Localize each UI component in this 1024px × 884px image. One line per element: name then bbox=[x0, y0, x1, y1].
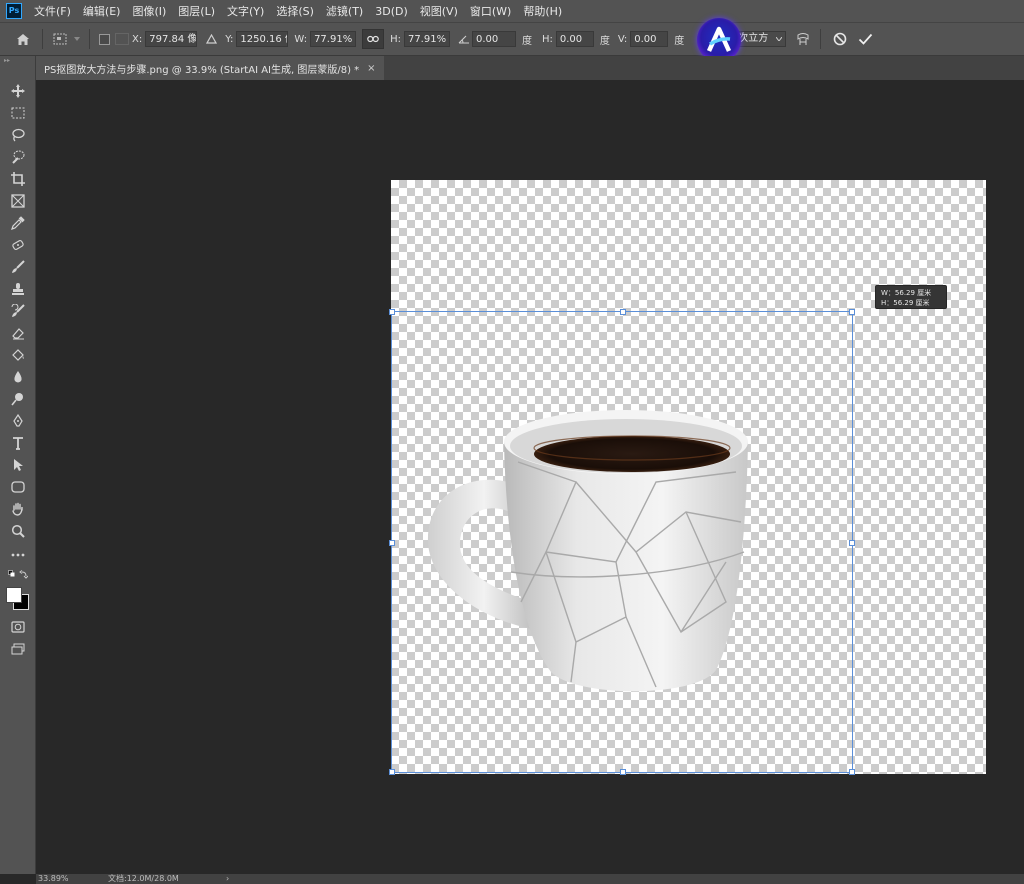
crop-tool-icon[interactable] bbox=[8, 170, 28, 188]
menu-view[interactable]: 视图(V) bbox=[420, 3, 458, 19]
dropdown-arrow-icon[interactable] bbox=[71, 37, 83, 41]
quick-mask-icon[interactable] bbox=[8, 618, 28, 636]
separator bbox=[820, 29, 822, 49]
reference-point-icon[interactable] bbox=[49, 33, 71, 45]
hskew-label: H: bbox=[541, 33, 553, 45]
tooltip-width: W：56.29 厘米 bbox=[881, 289, 932, 297]
eraser-tool-icon[interactable] bbox=[8, 324, 28, 342]
paint-bucket-tool-icon[interactable] bbox=[8, 346, 28, 364]
photoshop-logo: Ps bbox=[6, 3, 22, 19]
type-tool-icon[interactable] bbox=[8, 434, 28, 452]
brush-tool-icon[interactable] bbox=[8, 258, 28, 276]
document-tab-title: PS抠图放大方法与步骤.png @ 33.9% (StartAI AI生成, 图… bbox=[44, 64, 360, 76]
rectangle-tool-icon[interactable] bbox=[8, 478, 28, 496]
w-label: W: bbox=[294, 33, 308, 45]
rotate-angle-unit: 度 bbox=[521, 35, 532, 47]
free-transform-bounding-box[interactable] bbox=[389, 309, 855, 775]
document-tab-bar: PS抠图放大方法与步骤.png @ 33.9% (StartAI AI生成, 图… bbox=[36, 56, 1024, 80]
color-swatches[interactable] bbox=[4, 584, 30, 614]
menu-image[interactable]: 图像(I) bbox=[132, 3, 166, 19]
hand-tool-icon[interactable] bbox=[8, 500, 28, 518]
link-aspect-ratio-icon[interactable] bbox=[362, 29, 385, 49]
screen-mode-icon[interactable] bbox=[8, 640, 28, 658]
path-selection-tool-icon[interactable] bbox=[8, 456, 28, 474]
horizontal-skew-field[interactable]: 0.00 bbox=[555, 31, 594, 47]
menu-layer[interactable]: 图层(L) bbox=[178, 3, 215, 19]
document-size-info: 文档:12.0M/28.0M bbox=[108, 874, 179, 883]
zoom-tool-icon[interactable] bbox=[8, 522, 28, 540]
options-bar: X: 797.84 像素 Y: 1250.16 像 W: 77.91% H: 7… bbox=[0, 22, 1024, 56]
tools-panel: ▸▸ bbox=[0, 56, 36, 874]
rotate-angle-field[interactable]: 0.00 bbox=[471, 31, 516, 47]
transform-handle-top[interactable] bbox=[620, 309, 626, 315]
y-position-field[interactable]: 1250.16 像 bbox=[236, 31, 289, 47]
menu-bar: Ps 文件(F) 编辑(E) 图像(I) 图层(L) 文字(Y) 选择(S) 滤… bbox=[0, 0, 1024, 22]
chevron-down-icon bbox=[776, 37, 783, 41]
commit-transform-icon[interactable] bbox=[853, 33, 877, 45]
cancel-transform-icon[interactable] bbox=[827, 32, 853, 46]
close-icon[interactable]: × bbox=[367, 63, 375, 74]
dodge-tool-icon[interactable] bbox=[8, 390, 28, 408]
eyedropper-tool-icon[interactable] bbox=[8, 214, 28, 232]
transform-handle-right[interactable] bbox=[849, 540, 855, 546]
swap-colors-icon[interactable] bbox=[8, 568, 28, 582]
document-tab[interactable]: PS抠图放大方法与步骤.png @ 33.9% (StartAI AI生成, 图… bbox=[36, 56, 384, 80]
marquee-tool-icon[interactable] bbox=[8, 104, 28, 122]
tooltip-height: H：56.29 厘米 bbox=[881, 299, 930, 307]
menu-file[interactable]: 文件(F) bbox=[34, 3, 71, 19]
warp-mode-icon[interactable] bbox=[792, 32, 814, 46]
transform-handle-left[interactable] bbox=[389, 540, 395, 546]
reference-checkbox[interactable] bbox=[96, 33, 112, 45]
menu-filter[interactable]: 滤镜(T) bbox=[326, 3, 363, 19]
menu-window[interactable]: 窗口(W) bbox=[470, 3, 511, 19]
zoom-level[interactable]: 33.89% bbox=[38, 874, 69, 884]
transform-handle-top-right[interactable] bbox=[849, 309, 855, 315]
blur-tool-icon[interactable] bbox=[8, 368, 28, 386]
menu-select[interactable]: 选择(S) bbox=[276, 3, 314, 19]
height-scale-field[interactable]: 77.91% bbox=[403, 31, 450, 47]
quick-selection-tool-icon[interactable] bbox=[8, 148, 28, 166]
horizontal-skew-unit: 度 bbox=[599, 35, 610, 47]
rotate-angle-icon bbox=[456, 34, 472, 44]
transform-handle-bottom-right[interactable] bbox=[849, 769, 855, 775]
separator bbox=[89, 29, 90, 49]
width-scale-field[interactable]: 77.91% bbox=[310, 31, 357, 47]
lasso-tool-icon[interactable] bbox=[8, 126, 28, 144]
panel-grip-icon[interactable]: ▸▸ bbox=[4, 58, 14, 64]
startai-icon bbox=[706, 26, 732, 52]
foreground-color-swatch[interactable] bbox=[6, 587, 22, 603]
menu-type[interactable]: 文字(Y) bbox=[227, 3, 264, 19]
pen-tool-icon[interactable] bbox=[8, 412, 28, 430]
vertical-skew-unit: 度 bbox=[674, 35, 685, 47]
h-label: H: bbox=[390, 33, 401, 45]
home-icon[interactable] bbox=[10, 33, 36, 46]
menu-help[interactable]: 帮助(H) bbox=[523, 3, 562, 19]
history-brush-tool-icon[interactable] bbox=[8, 302, 28, 320]
relative-position-icon[interactable] bbox=[203, 34, 219, 44]
transform-size-tooltip: W：56.29 厘米 H：56.29 厘米 bbox=[875, 285, 947, 309]
transform-handle-bottom[interactable] bbox=[620, 769, 626, 775]
reference-grid-icon[interactable] bbox=[112, 33, 132, 45]
vskew-label: V: bbox=[617, 33, 628, 45]
menu-edit[interactable]: 编辑(E) bbox=[83, 3, 121, 19]
transform-handle-top-left[interactable] bbox=[389, 309, 395, 315]
vertical-skew-field[interactable]: 0.00 bbox=[630, 31, 669, 47]
status-menu-arrow-icon[interactable]: › bbox=[226, 874, 229, 884]
menu-3d[interactable]: 3D(D) bbox=[375, 5, 408, 18]
y-label: Y: bbox=[225, 33, 234, 45]
move-tool-icon[interactable] bbox=[8, 82, 28, 100]
canvas-area[interactable]: W：56.29 厘米 H：56.29 厘米 bbox=[36, 80, 1024, 874]
x-label: X: bbox=[132, 33, 143, 45]
clone-stamp-tool-icon[interactable] bbox=[8, 280, 28, 298]
transform-handle-bottom-left[interactable] bbox=[389, 769, 395, 775]
status-bar: 33.89% 文档:12.0M/28.0M › bbox=[36, 874, 1024, 884]
separator bbox=[42, 29, 43, 49]
frame-tool-icon[interactable] bbox=[8, 192, 28, 210]
healing-brush-tool-icon[interactable] bbox=[8, 236, 28, 254]
more-tools-icon[interactable] bbox=[8, 546, 28, 564]
x-position-field[interactable]: 797.84 像素 bbox=[145, 31, 198, 47]
